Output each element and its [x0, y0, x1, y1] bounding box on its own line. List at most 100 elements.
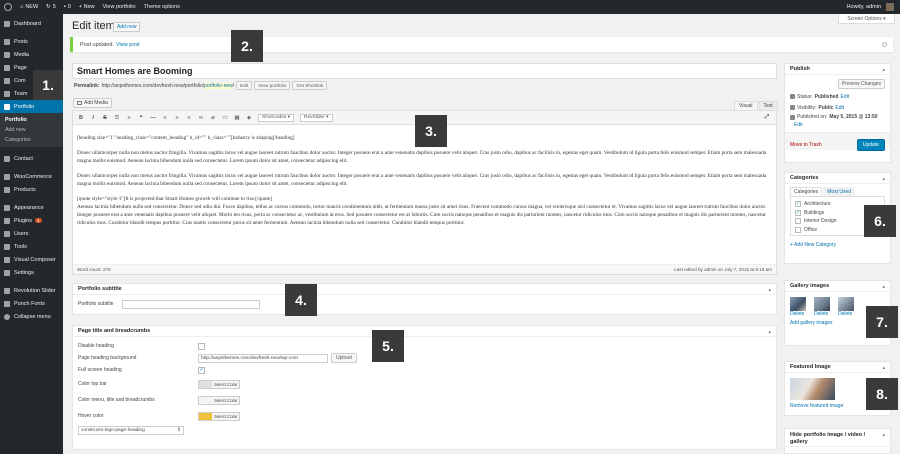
add-new-category-link[interactable]: + Add New Category	[790, 242, 836, 248]
sidebar-item-revolution-slider[interactable]: Revolution Slider	[0, 284, 63, 297]
collapse-caret-icon[interactable]: ▴	[882, 284, 885, 290]
page-title-breadcrumbs-heading[interactable]: Page title and breadcrumbs ▴	[73, 326, 776, 337]
sidebar-item-settings[interactable]: Settings	[0, 266, 63, 279]
gallery-thumbnail[interactable]	[838, 297, 854, 311]
strikethrough-icon[interactable]: S	[102, 115, 108, 121]
preview-changes-button[interactable]: Preview Changes	[837, 79, 885, 89]
sidebar-item-punch-fonts[interactable]: Punch Fonts	[0, 297, 63, 310]
sidebar-item-portfolio[interactable]: Portfolio	[0, 100, 63, 113]
collapse-caret-icon[interactable]: ▴	[882, 432, 885, 439]
upload-button[interactable]: Upload	[331, 353, 357, 363]
new-content-link[interactable]: + New	[75, 0, 99, 14]
update-button[interactable]: Update	[856, 138, 885, 151]
tab-most-used[interactable]: Most Used	[823, 187, 856, 196]
collapse-caret-icon[interactable]: ▴	[768, 329, 771, 335]
collapse-caret-icon[interactable]: ▴	[882, 67, 885, 73]
portfolio-subtitle-input[interactable]	[122, 299, 260, 309]
fullscreen-icon[interactable]: ⤢	[764, 114, 770, 121]
hide-portfolio-media-heading[interactable]: Hide portfolio image / video / gallery ▴	[785, 429, 890, 448]
visual-composer-icon[interactable]: ◈	[246, 115, 252, 121]
category-checkbox[interactable]	[795, 218, 801, 225]
unlink-icon[interactable]: ⌀	[210, 115, 216, 121]
tab-text[interactable]: Text	[758, 101, 778, 110]
comments-link[interactable]: ▪ 0	[60, 0, 75, 14]
submenu-add-new[interactable]: Add new	[0, 125, 63, 135]
align-center-icon[interactable]: ≡	[174, 115, 180, 121]
link-icon[interactable]: ∞	[198, 115, 204, 121]
horizontal-rule-icon[interactable]: —	[150, 115, 156, 121]
delete-gallery-image-link[interactable]: Delete	[814, 311, 828, 317]
screen-options-button[interactable]: Screen Options ▾	[838, 14, 895, 24]
categories-heading[interactable]: Categories ▴	[785, 173, 890, 184]
sidebar-item-plugins[interactable]: Plugins 4	[0, 214, 63, 227]
bullet-list-icon[interactable]: ☰	[114, 115, 120, 121]
heading-background-input[interactable]: http://anpsthemes.com/devfresh-new/wp-co…	[198, 353, 328, 363]
portfolio-subtitle-heading[interactable]: Portfolio subtitle ▴	[73, 284, 776, 295]
tab-visual[interactable]: Visual	[734, 101, 758, 110]
collapse-caret-icon[interactable]: ▴	[882, 176, 885, 182]
category-checkbox[interactable]	[795, 226, 801, 233]
add-media-button[interactable]: Add Media	[73, 98, 112, 108]
site-name-link[interactable]: ⌂ NEW	[16, 0, 42, 14]
disable-heading-checkbox[interactable]	[198, 342, 205, 350]
publish-heading[interactable]: Publish ▴	[785, 64, 890, 75]
gallery-thumbnail[interactable]	[814, 297, 830, 311]
logo-select[interactable]: constructo-logo-page-heading ⇕	[78, 425, 184, 435]
category-checkbox[interactable]: ✓	[795, 201, 801, 208]
color-menu-picker[interactable]: Select Color	[198, 395, 241, 405]
featured-image-thumbnail[interactable]	[790, 378, 835, 400]
sidebar-item-users[interactable]: Users	[0, 227, 63, 240]
delete-gallery-image-link[interactable]: Delete	[838, 311, 852, 317]
align-right-icon[interactable]: ≡	[186, 115, 192, 121]
add-gallery-images-link[interactable]: Add gallery images	[790, 320, 833, 326]
shortcodes-select[interactable]: Shortcodes ▾	[258, 113, 295, 122]
permalink-slug[interactable]: portfolio-new	[204, 82, 233, 89]
numbered-list-icon[interactable]: ≡	[126, 115, 132, 121]
move-to-trash-link[interactable]: Move to Trash	[790, 142, 822, 148]
updates-link[interactable]: ↻ 5	[42, 0, 60, 14]
blockquote-icon[interactable]: ❝	[138, 115, 144, 121]
tab-all-categories[interactable]: Categories	[790, 187, 823, 196]
submenu-portfolio[interactable]: Portfolio	[0, 115, 63, 125]
hover-color-picker[interactable]: Select Color	[198, 411, 241, 421]
sidebar-item-contact[interactable]: Contact	[0, 152, 63, 165]
featured-image-heading[interactable]: Featured Image ▴	[785, 362, 890, 373]
gallery-thumbnail[interactable]	[790, 297, 806, 311]
more-tag-icon[interactable]: ▭	[222, 115, 228, 121]
sidebar-item-media[interactable]: Media	[0, 48, 63, 61]
edit-visibility-link[interactable]: Edit	[835, 105, 844, 111]
edit-date-link[interactable]: Edit	[794, 122, 803, 128]
sidebar-item-appearance[interactable]: Appearance	[0, 201, 63, 214]
theme-options-link[interactable]: Theme options	[140, 0, 184, 14]
sidebar-item-products[interactable]: Products	[0, 183, 63, 196]
sidebar-item-posts[interactable]: Posts	[0, 35, 63, 48]
dismiss-icon[interactable]	[882, 42, 887, 47]
fullscreen-heading-checkbox[interactable]: ✓	[198, 366, 205, 374]
bold-icon[interactable]: B	[78, 115, 84, 121]
view-post-link[interactable]: View post	[116, 42, 140, 48]
collapse-caret-icon[interactable]: ▴	[768, 287, 771, 293]
revslider-select[interactable]: RevSlider ▾	[300, 113, 333, 122]
remove-featured-image-link[interactable]: Remove featured image	[790, 403, 843, 409]
collapse-menu-button[interactable]: Collapse menu	[0, 310, 63, 323]
collapse-caret-icon[interactable]: ▴	[882, 365, 885, 371]
post-title-input[interactable]: Smart Homes are Booming	[72, 63, 777, 79]
edit-permalink-button[interactable]: Edit	[236, 81, 253, 90]
align-left-icon[interactable]: ≡	[162, 115, 168, 121]
submenu-categories[interactable]: Categories	[0, 135, 63, 145]
sidebar-item-woocommerce[interactable]: WooCommerce	[0, 170, 63, 183]
sidebar-item-dashboard[interactable]: Dashboard	[0, 17, 63, 30]
edit-status-link[interactable]: Edit	[840, 94, 849, 100]
category-checkbox[interactable]: ✓	[795, 209, 801, 216]
sidebar-item-tools[interactable]: Tools	[0, 240, 63, 253]
color-top-bar-picker[interactable]: Select Color	[198, 379, 241, 389]
view-portfolio-link[interactable]: View portfolio	[99, 0, 140, 14]
delete-gallery-image-link[interactable]: Delete	[790, 311, 804, 317]
italic-icon[interactable]: I	[90, 115, 96, 121]
gallery-images-heading[interactable]: Gallery images ▴	[785, 281, 890, 292]
toolbar-toggle-icon[interactable]: ▦	[234, 115, 240, 121]
my-account-link[interactable]: Howdy, admin	[843, 0, 900, 14]
wordpress-logo-icon[interactable]	[0, 0, 16, 14]
get-shortlink-button[interactable]: Get Shortlink	[292, 81, 328, 90]
add-new-button[interactable]: Add new	[113, 22, 141, 32]
